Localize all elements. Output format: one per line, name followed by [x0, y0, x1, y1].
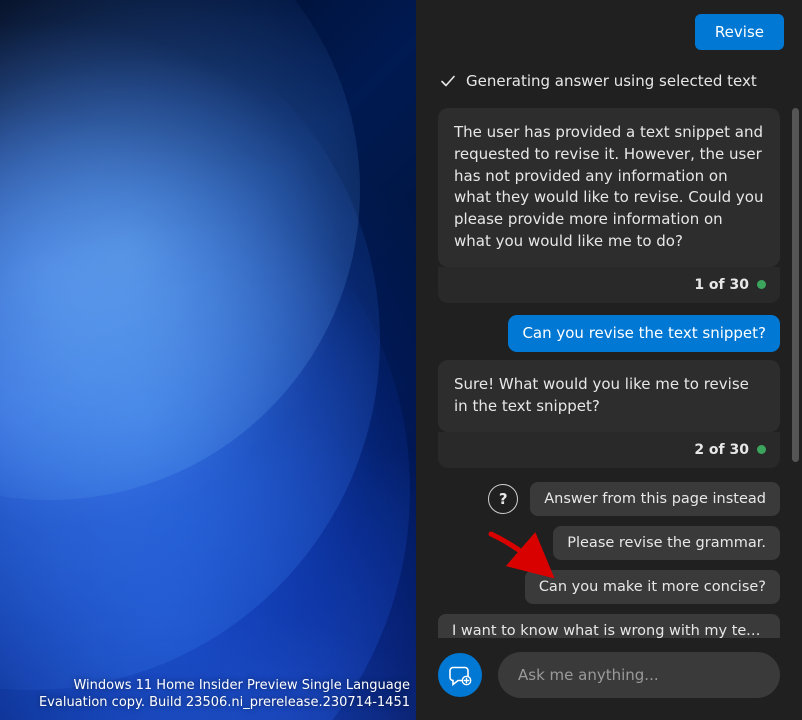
copilot-panel: Revise Generating answer using selected …: [416, 0, 802, 720]
panel-topbar: Revise: [416, 0, 802, 50]
status-dot-icon: [757, 280, 766, 289]
turn-counter: 2 of 30: [438, 432, 780, 468]
question-mark-icon: ?: [488, 484, 518, 514]
turn-counter: 1 of 30: [438, 267, 780, 303]
scrollbar-thumb[interactable]: [792, 108, 799, 462]
status-dot-icon: [757, 445, 766, 454]
suggestion-chip[interactable]: Can you make it more concise?: [525, 570, 780, 604]
turn-counter-text: 2 of 30: [694, 442, 749, 458]
ai-message-text: Sure! What would you like me to revise i…: [454, 375, 749, 415]
suggestion-chip[interactable]: I want to know what is wrong with my tex…: [438, 614, 780, 638]
new-topic-button[interactable]: [438, 653, 482, 697]
status-row: Generating answer using selected text: [416, 50, 802, 94]
ask-input[interactable]: [498, 652, 780, 698]
suggestion-group: ? Answer from this page instead Please r…: [438, 482, 780, 638]
user-message: Can you revise the text snippet?: [508, 315, 780, 353]
suggestion-chip[interactable]: Please revise the grammar.: [553, 526, 780, 560]
check-icon: [440, 73, 456, 89]
ai-message: Sure! What would you like me to revise i…: [438, 360, 780, 432]
desktop-wallpaper: Windows 11 Home Insider Preview Single L…: [0, 0, 416, 720]
ai-message: The user has provided a text snippet and…: [438, 108, 780, 267]
chat-plus-icon: [448, 663, 472, 687]
composer-row: [416, 638, 802, 720]
status-text: Generating answer using selected text: [466, 72, 757, 90]
turn-counter-text: 1 of 30: [694, 277, 749, 293]
suggestion-chip[interactable]: Answer from this page instead: [530, 482, 780, 516]
user-message-text: Can you revise the text snippet?: [522, 324, 766, 342]
ai-message-text: The user has provided a text snippet and…: [454, 123, 763, 250]
revise-button[interactable]: Revise: [695, 14, 784, 50]
chat-thread: The user has provided a text snippet and…: [416, 94, 802, 638]
